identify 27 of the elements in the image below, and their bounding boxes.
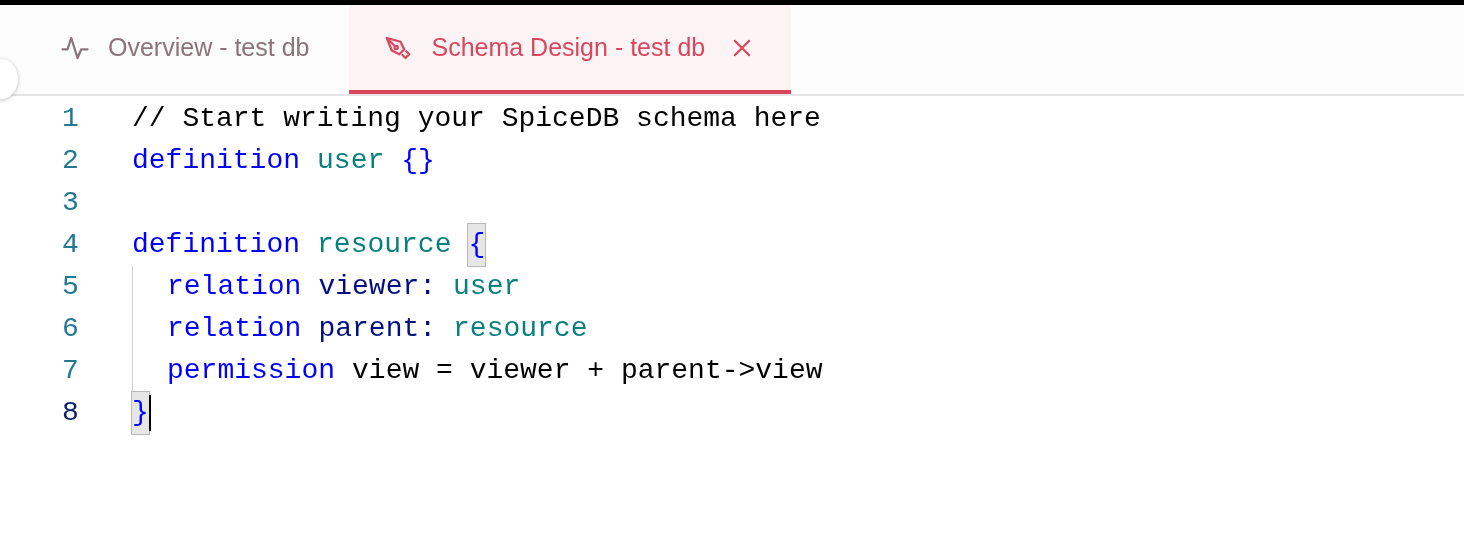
code-type: user — [317, 144, 385, 178]
text-cursor — [148, 395, 151, 431]
code-keyword: relation — [167, 312, 302, 346]
code-type: user — [453, 270, 521, 304]
code-type: resource — [317, 228, 452, 262]
code-keyword: permission — [167, 354, 336, 388]
line-number: 1 — [61, 102, 80, 136]
line-number: 5 — [61, 270, 80, 304]
line-number: 7 — [61, 354, 80, 388]
code-brace: { — [468, 224, 486, 266]
line-number: 6 — [61, 312, 80, 346]
line-number: 4 — [61, 228, 80, 262]
code-brace: {} — [401, 144, 435, 178]
code-text: view = viewer + parent->view — [352, 354, 823, 388]
tab[interactable]: Schema Design - test db — [349, 5, 792, 94]
code-keyword: relation — [167, 270, 302, 304]
line-number: 3 — [61, 186, 80, 220]
code-comment: // Start writing your SpiceDB schema here — [132, 102, 821, 136]
code-type: resource — [453, 312, 588, 346]
code-identifier: viewer: — [318, 270, 437, 304]
tab[interactable]: Overview - test db — [0, 5, 350, 94]
code-keyword: definition — [132, 144, 301, 178]
line-number: 8 — [61, 396, 80, 430]
line-number: 2 — [61, 144, 80, 178]
code-keyword: definition — [132, 228, 301, 262]
code-brace: } — [132, 392, 149, 434]
code-identifier: parent: — [318, 312, 437, 346]
